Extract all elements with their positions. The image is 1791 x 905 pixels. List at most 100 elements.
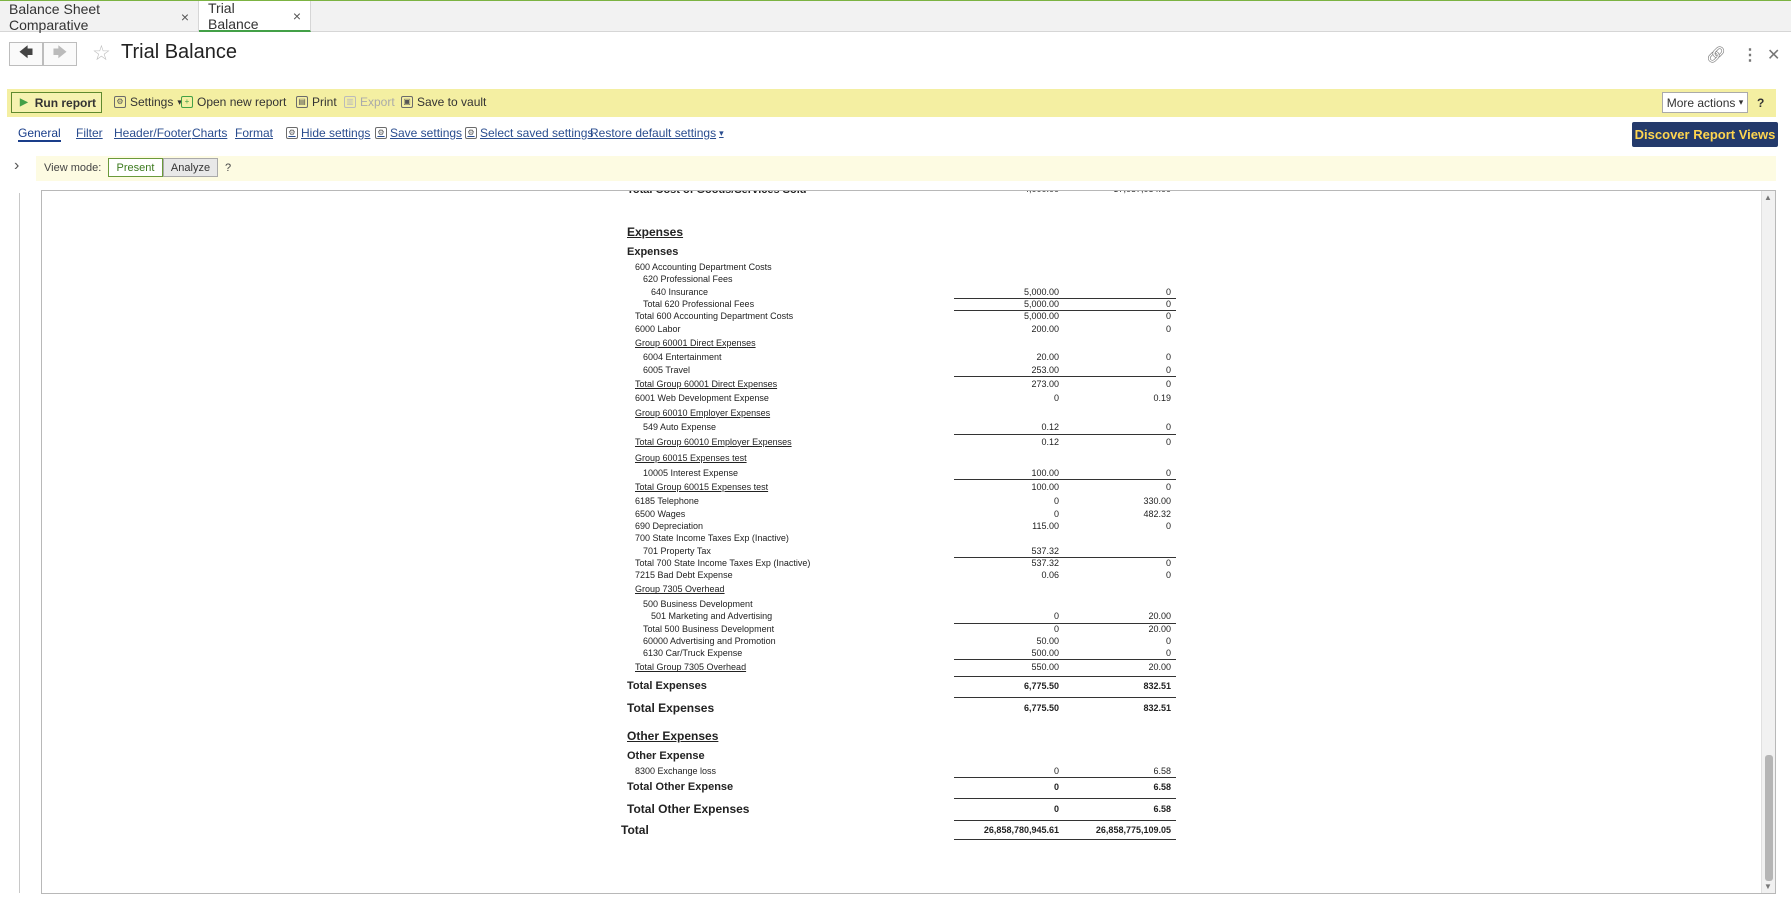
report-row: Total 700 State Income Taxes Exp (Inacti… bbox=[42, 557, 1762, 569]
row-label[interactable]: Group 60001 Direct Expenses bbox=[635, 335, 756, 352]
view-mode-present-button[interactable]: Present bbox=[108, 158, 163, 177]
row-value-col2: 20.00 bbox=[1148, 611, 1171, 622]
view-mode-label: View mode: bbox=[44, 162, 102, 174]
row-value-col2: 0 bbox=[1165, 422, 1171, 433]
tab-charts[interactable]: Charts bbox=[192, 126, 227, 140]
row-label[interactable]: Group 7305 Overhead bbox=[635, 581, 725, 598]
print-button[interactable]: ▤ Print bbox=[296, 95, 337, 109]
tab-balance-sheet-comparative[interactable]: Balance Sheet Comparative × bbox=[0, 1, 199, 33]
help-icon[interactable]: ? bbox=[225, 162, 231, 174]
help-icon[interactable]: ? bbox=[1757, 96, 1764, 110]
save-settings-icon: ⚙ bbox=[375, 127, 387, 139]
row-label[interactable]: Group 60015 Expenses test bbox=[635, 450, 747, 467]
report-row: Total Expenses 6,775.50 832.51 bbox=[42, 697, 1762, 719]
printer-icon: ▤ bbox=[296, 96, 308, 108]
tab-trial-balance[interactable]: Trial Balance × bbox=[199, 0, 311, 32]
forward-button[interactable]: 🡆 bbox=[43, 42, 77, 66]
report-row: 640 Insurance 5,000.00 0 bbox=[42, 286, 1762, 298]
open-new-report-label: Open new report bbox=[197, 95, 287, 109]
tab-format[interactable]: Format bbox=[235, 126, 273, 140]
report-row: 8300 Exchange loss 0 6.58 bbox=[42, 765, 1762, 777]
save-settings-label: Save settings bbox=[390, 126, 463, 140]
arrow-left-icon: 🡄 bbox=[18, 44, 34, 60]
more-vertical-icon[interactable]: ⋮ bbox=[1742, 45, 1758, 65]
total-rule bbox=[954, 839, 1176, 841]
report-row: 700 State Income Taxes Exp (Inactive) bbox=[42, 532, 1762, 544]
report-row: 549 Auto Expense 0.12 0 bbox=[42, 421, 1762, 433]
open-new-report-button[interactable]: + Open new report bbox=[181, 95, 286, 109]
report-row: Total Expenses 6,775.50 832.51 bbox=[42, 676, 1762, 697]
chevron-down-icon: ▾ bbox=[1738, 97, 1744, 107]
report-row: Total Group 60010 Employer Expenses 0.12 0 bbox=[42, 434, 1762, 451]
restore-default-settings-label: Restore default settings bbox=[590, 126, 717, 140]
chevron-right-icon[interactable]: › bbox=[14, 157, 19, 175]
tab-filter[interactable]: Filter bbox=[76, 126, 103, 140]
tab-label: Trial Balance bbox=[208, 0, 259, 32]
close-icon[interactable]: ✕ bbox=[1767, 45, 1780, 65]
hide-settings-link[interactable]: ⚙ Hide settings bbox=[286, 126, 370, 140]
tab-general[interactable]: General bbox=[18, 126, 61, 142]
scroll-down-icon[interactable]: ▼ bbox=[1764, 882, 1772, 891]
report-row: 6004 Entertainment 20.00 0 bbox=[42, 351, 1762, 363]
settings-button[interactable]: ⚙ Settings ▾ bbox=[114, 95, 182, 109]
export-icon: ▥ bbox=[344, 96, 356, 108]
play-icon: ▶ bbox=[20, 97, 28, 108]
select-saved-settings-label: Select saved settings bbox=[480, 126, 594, 140]
row-value-col2: 0 bbox=[1165, 648, 1171, 659]
close-icon[interactable]: × bbox=[181, 9, 189, 25]
row-value-col2: 0 bbox=[1165, 520, 1171, 531]
row-label[interactable]: Group 60010 Employer Expenses bbox=[635, 405, 770, 422]
report-row: 7215 Bad Debt Expense 0.06 0 bbox=[42, 569, 1762, 581]
toolbar: ▶ Run report ⚙ Settings ▾ + Open new repo… bbox=[7, 89, 1776, 117]
report-row: 60000 Advertising and Promotion 50.00 0 bbox=[42, 635, 1762, 647]
star-icon[interactable]: ☆ bbox=[92, 41, 111, 66]
report-row: Total Other Expense 0 6.58 bbox=[42, 777, 1762, 798]
row-label: 700 State Income Taxes Exp (Inactive) bbox=[635, 533, 789, 544]
view-mode-analyze-button[interactable]: Analyze bbox=[163, 158, 218, 177]
chevron-down-icon: ▾ bbox=[719, 127, 724, 138]
row-value-col2: 832.51 bbox=[1143, 680, 1171, 691]
row-value-col2: 0 bbox=[1165, 570, 1171, 581]
row-value-col2: 482.32 bbox=[1143, 508, 1171, 519]
report-row: Total 500 Business Development 0 20.00 bbox=[42, 623, 1762, 635]
print-label: Print bbox=[312, 95, 337, 109]
more-actions-button[interactable]: More actions ▾ bbox=[1662, 92, 1748, 113]
vault-icon: ▣ bbox=[401, 96, 413, 108]
save-to-vault-label: Save to vault bbox=[417, 95, 487, 109]
report-row: 6005 Travel 253.00 0 bbox=[42, 364, 1762, 376]
row-value-col2: 0 bbox=[1165, 557, 1171, 568]
settings-icon: ⚙ bbox=[114, 96, 126, 108]
save-to-vault-button[interactable]: ▣ Save to vault bbox=[401, 95, 486, 109]
page-title: Trial Balance bbox=[121, 41, 237, 63]
back-button[interactable]: 🡄 bbox=[9, 42, 43, 66]
row-label: Other Expense bbox=[627, 749, 705, 762]
row-label: 500 Business Development bbox=[643, 598, 753, 609]
report-row: 6500 Wages 0 482.32 bbox=[42, 508, 1762, 520]
export-button[interactable]: ▥ Export bbox=[344, 95, 395, 109]
report-frame: Total Cost of Goods/Services Sold4,000.0… bbox=[41, 190, 1776, 894]
select-saved-settings-link[interactable]: ⚙ Select saved settings bbox=[465, 126, 593, 140]
restore-default-settings-link[interactable]: Restore default settings ▾ bbox=[590, 126, 724, 140]
scroll-up-icon[interactable]: ▲ bbox=[1764, 193, 1772, 202]
select-settings-icon: ⚙ bbox=[465, 127, 477, 139]
scrollbar-thumb[interactable] bbox=[1765, 755, 1773, 881]
report-row: Total 600 Accounting Department Costs 5,0… bbox=[42, 310, 1762, 322]
tab-header-footer[interactable]: Header/Footer bbox=[114, 126, 191, 140]
row-label: Expenses bbox=[627, 246, 679, 258]
row-value-col2: 0 bbox=[1165, 481, 1171, 492]
arrow-right-icon: 🡆 bbox=[52, 44, 68, 60]
save-settings-link[interactable]: ⚙ Save settings bbox=[375, 126, 462, 140]
row-value-col2: 0 bbox=[1165, 323, 1171, 334]
report-row: Total Group 60001 Direct Expenses 273.00 0 bbox=[42, 376, 1762, 393]
discover-report-views-button[interactable]: Discover Report Views bbox=[1632, 122, 1778, 147]
row-value-col2: 0 bbox=[1165, 298, 1171, 309]
row-value-col2: 0 bbox=[1165, 286, 1171, 297]
link-icon[interactable]: 🔗︎ bbox=[1706, 45, 1726, 65]
close-icon[interactable]: × bbox=[293, 8, 301, 24]
run-report-button[interactable]: ▶ Run report bbox=[11, 92, 102, 113]
report-row: Expenses bbox=[42, 243, 1762, 261]
vertical-scrollbar[interactable]: ▲ ▼ bbox=[1761, 191, 1775, 893]
row-label: 600 Accounting Department Costs bbox=[635, 262, 772, 272]
row-value-col2: 0 bbox=[1165, 635, 1171, 646]
more-actions-label: More actions bbox=[1666, 95, 1736, 110]
